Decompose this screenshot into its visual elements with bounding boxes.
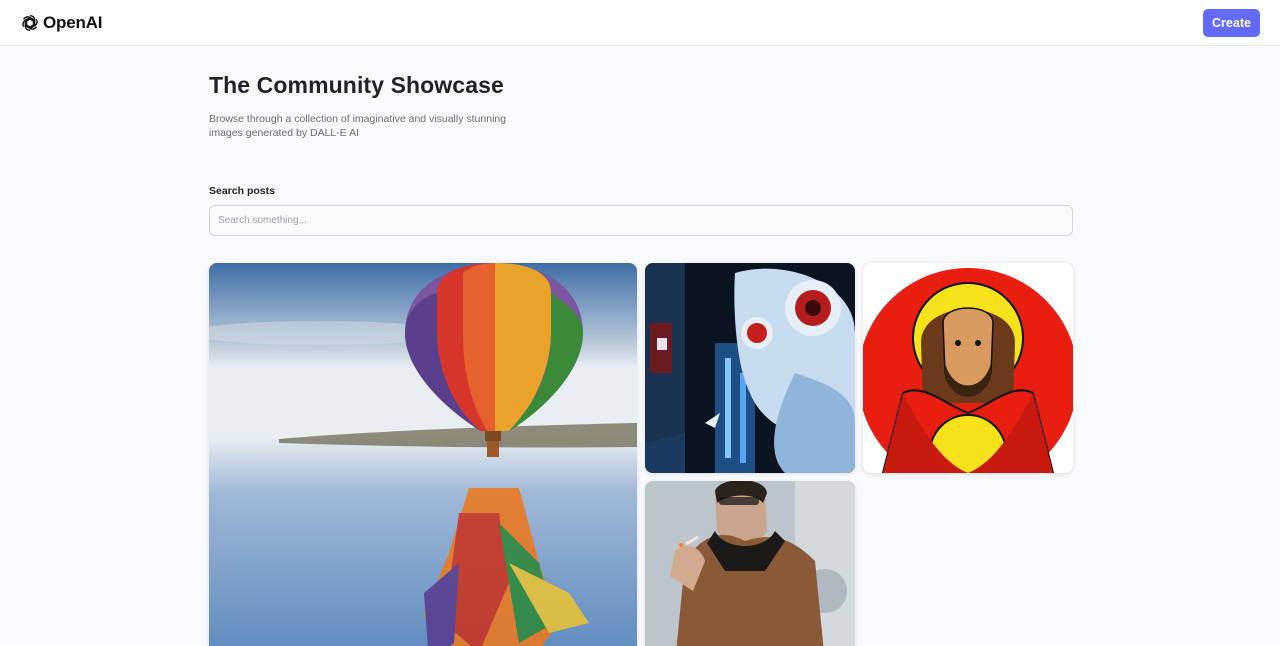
haloed-figure-image	[863, 263, 1073, 473]
main-content: The Community Showcase Browse through a …	[209, 72, 1073, 646]
page-subtitle: Browse through a collection of imaginati…	[209, 113, 507, 139]
robot-image	[645, 263, 855, 473]
search-input[interactable]	[209, 205, 1073, 236]
openai-logo-icon	[20, 13, 40, 33]
post-card-haloed-figure[interactable]	[863, 263, 1073, 473]
balloon-image	[209, 263, 637, 646]
search-form: Search posts	[209, 185, 1073, 236]
page-title: The Community Showcase	[209, 72, 504, 98]
man-coat-image	[645, 481, 855, 646]
top-navbar: OpenAI Create	[0, 0, 1280, 46]
post-card-balloon[interactable]	[209, 263, 637, 646]
create-button[interactable]: Create	[1203, 8, 1260, 37]
image-gallery	[209, 263, 1073, 646]
search-label: Search posts	[209, 185, 275, 197]
post-card-robot[interactable]	[645, 263, 855, 473]
openai-logo-link[interactable]: OpenAI	[20, 13, 102, 33]
post-card-man-coat[interactable]	[645, 481, 855, 646]
brand-name: OpenAI	[43, 12, 103, 32]
